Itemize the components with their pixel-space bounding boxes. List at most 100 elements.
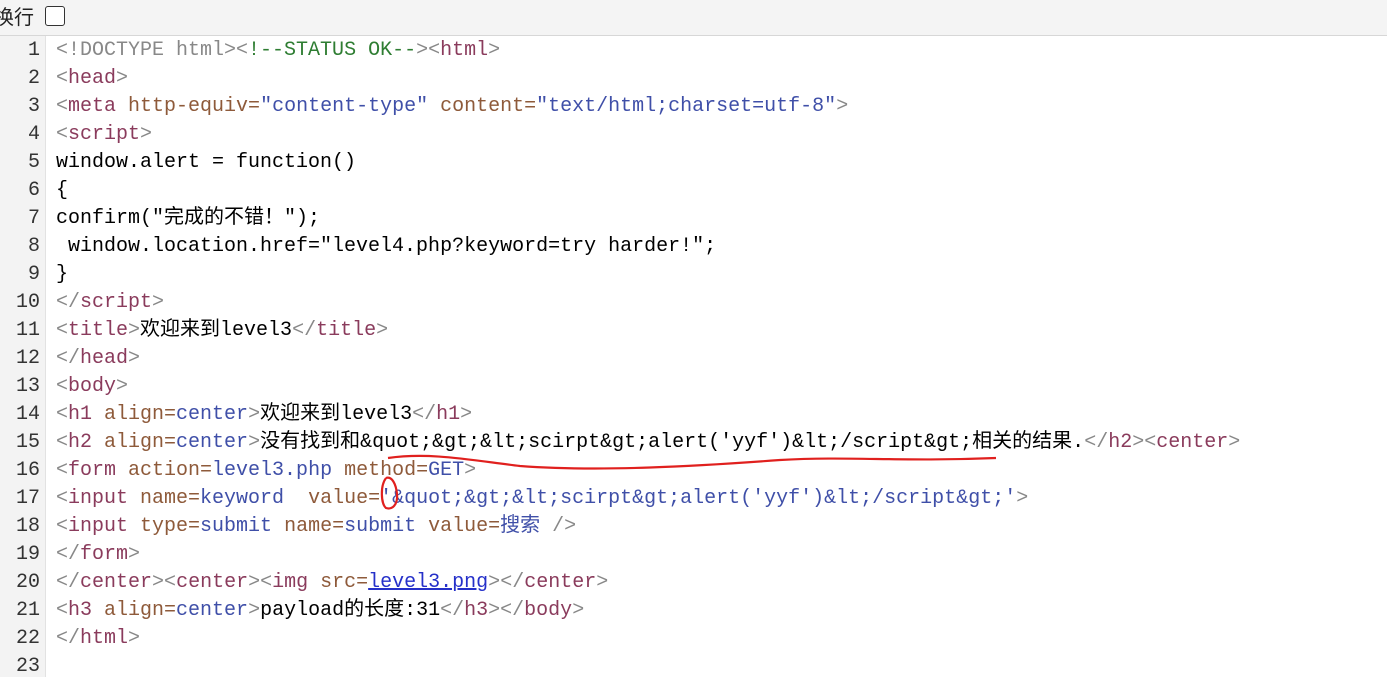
line-number: 16: [15, 459, 40, 482]
line-code: </form>: [56, 541, 140, 569]
code-token: title: [316, 319, 377, 342]
code-token: >: [488, 39, 501, 62]
code-token: method=: [344, 459, 429, 482]
code-token: >: [128, 347, 141, 370]
line-code: <!DOCTYPE html><!--STATUS OK--><html>: [56, 37, 500, 65]
line-number: 15: [15, 431, 40, 454]
code-token: >: [248, 431, 261, 454]
source-code-area: 1 <!DOCTYPE html><!--STATUS OK--><html> 2 <…: [0, 37, 1387, 677]
line-number: 4: [27, 123, 40, 146]
code-token: </: [56, 347, 81, 370]
code-line: 15 <h2 align=center>没有找到和&quot;&gt;&lt;sc…: [0, 429, 1387, 457]
code-token: </: [440, 599, 465, 622]
line-number: 19: [15, 543, 40, 566]
code-token: input: [68, 515, 141, 538]
line-code: <h3 align=center>payload的长度:31</h3></bod…: [56, 597, 584, 625]
code-line: 8 window.location.href="level4.php?keywo…: [0, 233, 1387, 261]
code-token: payload的长度:31: [260, 599, 441, 622]
line-number: 1: [27, 39, 40, 62]
code-token: >: [248, 403, 261, 426]
code-token: >: [596, 571, 609, 594]
code-line: 12 </head>: [0, 345, 1387, 373]
line-number: 17: [15, 487, 40, 510]
code-token: {: [56, 179, 69, 202]
line-number: 8: [27, 235, 40, 258]
code-line: 22 </html>: [0, 625, 1387, 653]
code-token: >: [572, 599, 585, 622]
code-token: '&quot;&gt;&lt;scirpt&gt;alert('yyf')&lt…: [380, 487, 1017, 510]
line-number: 11: [15, 319, 40, 342]
code-token: value=: [428, 515, 501, 538]
code-token: img: [272, 571, 321, 594]
code-line: 23: [0, 653, 1387, 677]
code-token: <: [56, 431, 69, 454]
code-line: 3 <meta http-equiv="content-type" content…: [0, 93, 1387, 121]
code-line: 19 </form>: [0, 541, 1387, 569]
code-token: head: [68, 67, 117, 90]
line-number: 22: [15, 627, 40, 650]
code-token: type=: [140, 515, 201, 538]
code-token: form: [68, 459, 129, 482]
line-number: 3: [27, 95, 40, 118]
code-token: h2: [68, 431, 105, 454]
line-number: 9: [27, 263, 40, 286]
line-code: {: [56, 177, 68, 205]
code-token: h3: [68, 599, 105, 622]
code-token: >: [128, 319, 141, 342]
code-token: }: [56, 263, 69, 286]
code-token: >: [416, 39, 429, 62]
code-token: GET: [428, 459, 465, 482]
code-token: keyword: [200, 487, 285, 510]
line-wrap-checkbox[interactable]: [45, 6, 65, 26]
code-line: 4 <script>: [0, 121, 1387, 149]
code-token: >: [128, 543, 141, 566]
line-code: confirm("完成的不错！");: [56, 205, 320, 233]
line-number: 6: [27, 179, 40, 202]
code-token: <: [56, 515, 69, 538]
code-line: 10 </script>: [0, 289, 1387, 317]
code-line: 21 <h3 align=center>payload的长度:31</h3></b…: [0, 597, 1387, 625]
code-token: >: [460, 403, 473, 426]
line-number: 12: [15, 347, 40, 370]
code-token: body: [68, 375, 117, 398]
code-token: <: [56, 459, 69, 482]
code-token: script: [68, 123, 141, 146]
code-token: >: [488, 571, 501, 594]
line-code: <h2 align=center>没有找到和&quot;&gt;&lt;scir…: [56, 429, 1240, 457]
code-token: 欢迎来到level3: [140, 319, 293, 342]
code-token: >: [116, 375, 129, 398]
code-token: >: [152, 291, 165, 314]
code-token: action=: [128, 459, 213, 482]
code-token: </: [1084, 431, 1109, 454]
code-token: >: [248, 599, 261, 622]
line-code: </html>: [56, 625, 140, 653]
code-token: "content-type": [260, 95, 429, 118]
code-token: center: [176, 599, 249, 622]
code-token: <: [428, 39, 441, 62]
code-token: </: [292, 319, 317, 342]
code-token: http-equiv=: [128, 95, 261, 118]
source-link[interactable]: level3.png: [368, 571, 488, 594]
line-code: </script>: [56, 289, 164, 317]
line-code: }: [56, 261, 68, 289]
code-line: 1 <!DOCTYPE html><!--STATUS OK--><html>: [0, 37, 1387, 65]
code-token: h1: [436, 403, 461, 426]
code-token: submit: [200, 515, 273, 538]
code-token: >: [488, 599, 501, 622]
code-token: title: [68, 319, 129, 342]
code-token: 没有找到和&quot;&gt;&lt;scirpt&gt;alert('yyf'…: [260, 431, 1085, 454]
code-token: center: [176, 571, 249, 594]
code-token: center: [1156, 431, 1229, 454]
code-line: 18 <input type=submit name=submit value=搜…: [0, 513, 1387, 541]
code-line: 6{: [0, 177, 1387, 205]
code-line: 17 <input name=keyword value='&quot;&gt;&…: [0, 485, 1387, 513]
code-token: >: [116, 67, 129, 90]
code-line: 2 <head>: [0, 65, 1387, 93]
line-code: <title>欢迎来到level3</title>: [56, 317, 388, 345]
code-token: </: [56, 543, 81, 566]
line-number: 13: [15, 375, 40, 398]
code-token: h3: [464, 599, 489, 622]
